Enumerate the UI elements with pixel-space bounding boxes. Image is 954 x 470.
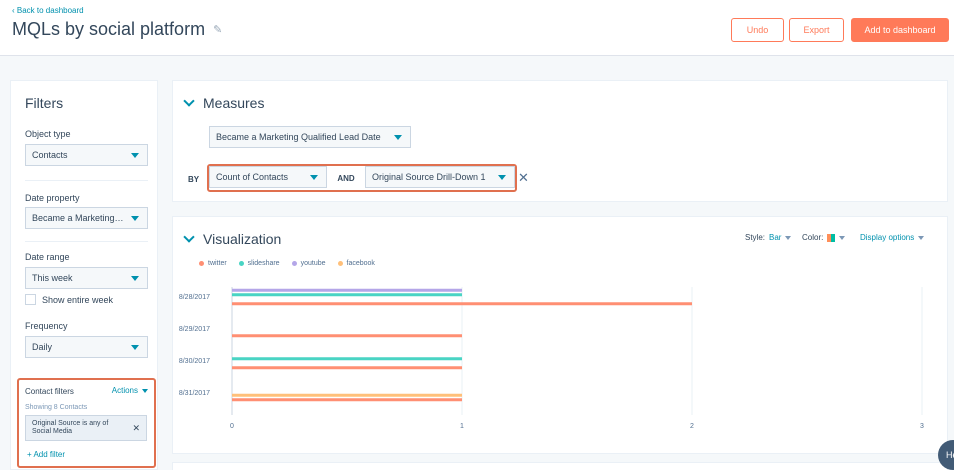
date-property-value: Became a Marketing… bbox=[32, 213, 124, 223]
date-measure-select[interactable]: Became a Marketing Qualified Lead Date bbox=[209, 126, 411, 148]
object-type-label: Object type bbox=[25, 129, 71, 139]
caret-down-icon bbox=[131, 153, 139, 158]
y-tick-label: 8/30/2017 bbox=[179, 358, 210, 365]
filters-panel: Filters Object type Contacts Date proper… bbox=[10, 80, 158, 470]
contact-filters-box: Contact filters Actions Showing 8 Contac… bbox=[17, 378, 156, 468]
frequency-select[interactable]: Daily bbox=[25, 336, 148, 358]
back-to-dashboard-link[interactable]: ‹ Back to dashboard bbox=[12, 6, 84, 15]
bar-youtube bbox=[232, 288, 462, 292]
add-to-dashboard-button[interactable]: Add to dashboard bbox=[851, 18, 949, 42]
date-measure-value: Became a Marketing Qualified Lead Date bbox=[216, 132, 381, 142]
filters-title: Filters bbox=[25, 95, 64, 111]
by-label: BY bbox=[188, 175, 200, 184]
report-header: ‹ Back to dashboard MQLs by social platf… bbox=[0, 0, 954, 56]
caret-down-icon bbox=[498, 175, 506, 180]
caret-down-icon bbox=[310, 175, 318, 180]
show-entire-week-label: Show entire week bbox=[42, 294, 114, 305]
y-tick-label: 8/29/2017 bbox=[179, 326, 210, 333]
actions-label: Actions bbox=[111, 386, 138, 395]
bar-twitter bbox=[232, 398, 462, 402]
measures-header[interactable]: Measures bbox=[183, 94, 265, 111]
and-label: AND bbox=[327, 168, 365, 188]
chevron-down-icon bbox=[183, 94, 195, 107]
count-select-value: Count of Contacts bbox=[216, 172, 289, 182]
measures-panel: Measures Became a Marketing Qualified Le… bbox=[172, 80, 948, 202]
count-select[interactable]: Count of Contacts bbox=[209, 166, 327, 188]
undo-button[interactable]: Undo bbox=[731, 18, 784, 42]
measures-title: Measures bbox=[203, 95, 265, 111]
caret-down-icon bbox=[131, 216, 139, 221]
date-range-select[interactable]: This week bbox=[25, 267, 148, 289]
show-entire-week-checkbox[interactable]: Show entire week bbox=[25, 294, 113, 305]
report-title: MQLs by social platform bbox=[12, 19, 206, 39]
visualization-panel: Visualization Style: Bar Color: Display … bbox=[172, 216, 948, 454]
measure-selection-highlight: Count of Contacts AND Original Source Dr… bbox=[207, 164, 517, 192]
frequency-value: Daily bbox=[32, 342, 53, 352]
add-filter-link[interactable]: + Add filter bbox=[27, 450, 65, 459]
caret-down-icon bbox=[142, 388, 148, 393]
date-property-label: Date property bbox=[25, 193, 80, 203]
remove-icon[interactable]: ✕ bbox=[518, 170, 529, 186]
page-title: MQLs by social platform ✎ bbox=[12, 19, 222, 40]
date-range-value: This week bbox=[32, 273, 73, 283]
export-button[interactable]: Export bbox=[789, 18, 844, 42]
close-icon[interactable]: ✕ bbox=[132, 424, 140, 433]
back-link-label: Back to dashboard bbox=[16, 6, 84, 15]
bar-twitter bbox=[232, 302, 692, 306]
showing-count: Showing 8 Contacts bbox=[25, 404, 88, 411]
next-panel bbox=[172, 462, 948, 470]
pencil-icon[interactable]: ✎ bbox=[213, 23, 222, 36]
filter-chip[interactable]: Original Source is any of Social Media ✕ bbox=[25, 415, 147, 441]
divider bbox=[25, 241, 148, 242]
bar-twitter bbox=[232, 334, 462, 338]
date-property-select[interactable]: Became a Marketing… bbox=[25, 207, 148, 229]
bar-facebook bbox=[232, 393, 462, 397]
divider bbox=[25, 180, 148, 181]
drilldown-select-value: Original Source Drill-Down 1 bbox=[372, 172, 486, 182]
x-tick-label: 2 bbox=[690, 423, 694, 430]
frequency-label: Frequency bbox=[25, 321, 68, 331]
date-range-label: Date range bbox=[25, 252, 70, 262]
object-type-select[interactable]: Contacts bbox=[25, 144, 148, 166]
checkbox-box[interactable] bbox=[25, 294, 36, 305]
caret-down-icon bbox=[394, 135, 402, 140]
contact-filters-title: Contact filters bbox=[25, 387, 74, 396]
actions-dropdown[interactable]: Actions bbox=[112, 386, 148, 395]
bar-chart: 0 1 2 3 8/28/2017 8/29/2017 8/30/2017 8/31/2017 bbox=[179, 287, 924, 430]
caret-down-icon bbox=[131, 345, 139, 350]
bar-slideshare bbox=[232, 357, 462, 361]
object-type-value: Contacts bbox=[32, 150, 68, 160]
x-tick-label: 1 bbox=[460, 423, 464, 430]
drilldown-select[interactable]: Original Source Drill-Down 1 bbox=[365, 166, 515, 188]
y-tick-label: 8/28/2017 bbox=[179, 294, 210, 301]
filter-chip-label: Original Source is any of Social Media bbox=[32, 420, 109, 435]
bar-twitter bbox=[232, 366, 462, 370]
caret-down-icon bbox=[131, 276, 139, 281]
y-tick-label: 8/31/2017 bbox=[179, 390, 210, 397]
x-tick-label: 0 bbox=[230, 423, 234, 430]
x-tick-label: 3 bbox=[920, 423, 924, 430]
bar-slideshare bbox=[232, 293, 462, 297]
